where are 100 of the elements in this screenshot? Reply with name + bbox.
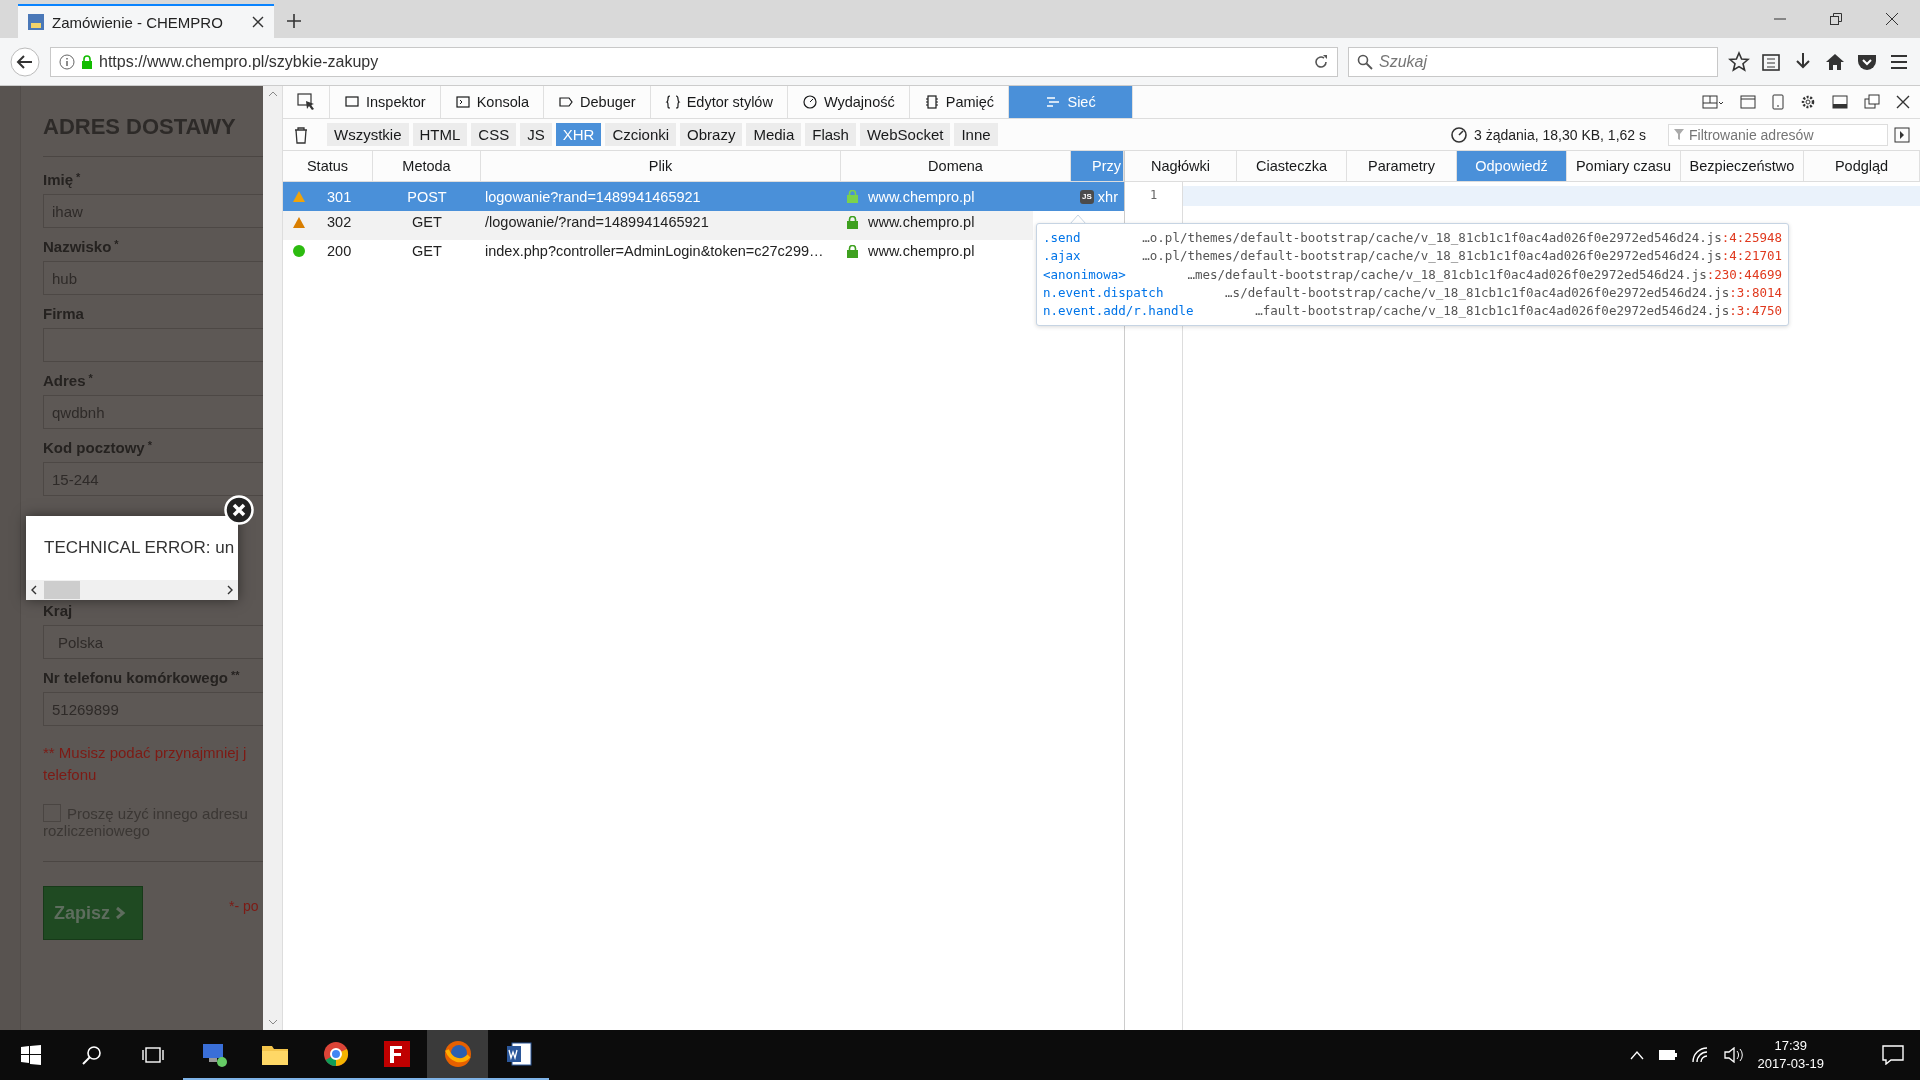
cause-badge: JS: [1079, 189, 1094, 204]
devtools-tab[interactable]: Debuger: [544, 86, 651, 118]
source-location[interactable]: …mes/default-bootstrap/cache/v_18_81cb1c1f0ac4ad026f0e2972ed546d24.js:230:44699: [1187, 265, 1782, 284]
field-label: Kraj: [43, 602, 74, 620]
filter-button[interactable]: Wszystkie: [327, 123, 409, 146]
details-tab[interactable]: Pomiary czasu: [1567, 151, 1681, 181]
filter-button[interactable]: HTML: [412, 123, 468, 146]
details-tab[interactable]: Nagłówki: [1125, 151, 1237, 181]
cause-type: xhr: [1097, 188, 1118, 205]
required-note: *- po: [229, 898, 259, 914]
layout-icon[interactable]: [1702, 94, 1724, 110]
reload-icon[interactable]: [1313, 53, 1329, 70]
domain-name: www.chempro.pl: [868, 243, 975, 260]
close-icon[interactable]: [252, 16, 264, 28]
error-message: ** Musisz podać przynajmniej j telefonu: [43, 743, 248, 785]
request-row[interactable]: 302 GET /logowanie/?rand=1489941465921 www.chempro.pl: [283, 211, 1033, 240]
file-name: index.php?controller=AdminLogin&token=c27c299…: [485, 243, 824, 260]
restore-icon[interactable]: [1830, 13, 1842, 25]
filter-button[interactable]: Flash: [805, 123, 856, 146]
padlock-icon: [847, 244, 858, 258]
source-location[interactable]: …s/default-bootstrap/cache/v_18_81cb1c1f0ac4ad026f0e2972ed546d24.js:3:8014: [1225, 283, 1782, 303]
column-header[interactable]: Plik: [481, 151, 841, 181]
box-select-icon: [344, 94, 360, 110]
clock-date: 2017-03-19: [1757, 1055, 1824, 1073]
line-number: 1: [1149, 188, 1158, 202]
source-location[interactable]: …o.pl/themes/default-bootstrap/cache/v_18_81cb1c1f0ac4ad026f0e2972ed546d24.js:4:21701: [1142, 247, 1782, 266]
request-row[interactable]: 200 GET index.php?controller=AdminLogin&token=c27c299… www.chempro.pl: [283, 240, 1033, 269]
source-location[interactable]: …fault-bootstrap/cache/v_18_81cb1c1f0ac4ad026f0e2972ed546d24.js:3:4750: [1255, 302, 1782, 321]
close-icon[interactable]: [1886, 13, 1898, 25]
request-row[interactable]: 301 POST logowanie?rand=1489941465921 www.chempro.pl JS xhr: [283, 182, 1124, 211]
domain-name: www.chempro.pl: [868, 214, 975, 231]
devtools-tab[interactable]: Inspektor: [330, 86, 441, 118]
battery-icon[interactable]: [1657, 1049, 1678, 1061]
input-field[interactable]: [43, 328, 263, 362]
status-code: 200: [327, 243, 352, 260]
trash-icon[interactable]: [293, 125, 309, 144]
devtools-tab[interactable]: Wydajność: [787, 86, 910, 118]
filter-button[interactable]: WebSocket: [859, 123, 951, 146]
taskbar-app[interactable]: [427, 1030, 488, 1080]
tag-shape-icon: [558, 94, 575, 110]
function-name[interactable]: <anonimowa>: [1043, 265, 1126, 284]
element-picker-icon[interactable]: [297, 93, 315, 111]
scrollbar-thumb[interactable]: [44, 581, 80, 599]
url-filter-field[interactable]: Filtrowanie adresów: [1668, 123, 1888, 146]
filter-button[interactable]: Inne: [954, 123, 998, 146]
search-field[interactable]: Szukaj: [1348, 46, 1718, 77]
function-name[interactable]: .ajax: [1043, 247, 1081, 266]
close-icon[interactable]: [1896, 95, 1910, 109]
column-header[interactable]: Status: [283, 151, 373, 181]
column-header[interactable]: Metoda: [373, 151, 481, 181]
wifi-icon[interactable]: [1691, 1047, 1710, 1063]
function-name[interactable]: n.event.add/r.handle: [1043, 302, 1194, 321]
details-tab[interactable]: Podgląd: [1804, 151, 1920, 181]
mobile-device-icon[interactable]: [1772, 94, 1784, 110]
funnel-icon: [1674, 128, 1684, 141]
notifications-icon[interactable]: [1882, 1045, 1904, 1065]
address-bar[interactable]: https://www.chempro.pl/szybkie-zakupy: [50, 46, 1338, 77]
start-windows-icon[interactable]: [20, 1045, 41, 1065]
search-icon[interactable]: [81, 1045, 102, 1065]
filter-button[interactable]: Czcionki: [605, 123, 677, 146]
details-tab[interactable]: Bezpieczeństwo: [1681, 151, 1804, 181]
console-panel-icon[interactable]: [1740, 94, 1756, 110]
field-label: Adres *: [43, 372, 94, 390]
performance-gauge-icon[interactable]: [1450, 125, 1468, 144]
padlock-icon: [847, 190, 858, 203]
vertical-scrollbar[interactable]: [263, 86, 283, 1030]
filter-button[interactable]: Media: [746, 123, 802, 146]
info-icon[interactable]: [59, 53, 75, 70]
filter-button[interactable]: CSS: [471, 123, 517, 146]
request-summary: 3 żądania, 18,30 KB, 1,62 s: [1474, 126, 1646, 143]
devtools-tab[interactable]: Edytor stylów: [650, 86, 788, 118]
separate-window-icon[interactable]: [1864, 94, 1880, 110]
http-method: GET: [412, 214, 442, 231]
clock-time: 17:39: [1774, 1037, 1807, 1055]
search-icon: [1357, 53, 1373, 70]
filter-button[interactable]: Obrazy: [680, 123, 743, 146]
toggle-sidebar-icon[interactable]: [1894, 126, 1910, 143]
settings-icon[interactable]: [1800, 94, 1816, 110]
error-message: TECHNICAL ERROR: un: [44, 538, 235, 558]
field-label: Nr telefonu komórkowego **: [43, 669, 241, 687]
filter-button[interactable]: JS: [520, 123, 552, 146]
horizontal-scrollbar[interactable]: [26, 580, 238, 600]
braces-icon: [664, 94, 681, 110]
star-icon[interactable]: [1728, 50, 1750, 73]
source-location[interactable]: …o.pl/themes/default-bootstrap/cache/v_18_81cb1c1f0ac4ad026f0e2972ed546d24.js:4:25948: [1142, 229, 1782, 248]
function-name[interactable]: .send: [1043, 229, 1081, 248]
chip-icon: [923, 94, 940, 110]
network-lines-icon: [1045, 94, 1062, 110]
chevron-up-icon[interactable]: [1629, 1050, 1644, 1060]
ftp-client-icon[interactable]: [383, 1041, 410, 1067]
dock-bottom-icon[interactable]: [1832, 94, 1848, 110]
function-name[interactable]: n.event.dispatch: [1043, 283, 1164, 303]
browser-tab[interactable]: Zamówienie - CHEMPRO: [18, 4, 274, 38]
speaker-icon[interactable]: [1723, 1047, 1744, 1063]
details-tab[interactable]: Ciasteczka: [1237, 151, 1347, 181]
document-app-icon[interactable]: [505, 1042, 532, 1066]
task-view-icon[interactable]: [141, 1045, 164, 1065]
http-method: GET: [412, 243, 442, 260]
terminal-icon: [454, 94, 471, 110]
devtools-tab[interactable]: Konsola: [440, 86, 545, 118]
